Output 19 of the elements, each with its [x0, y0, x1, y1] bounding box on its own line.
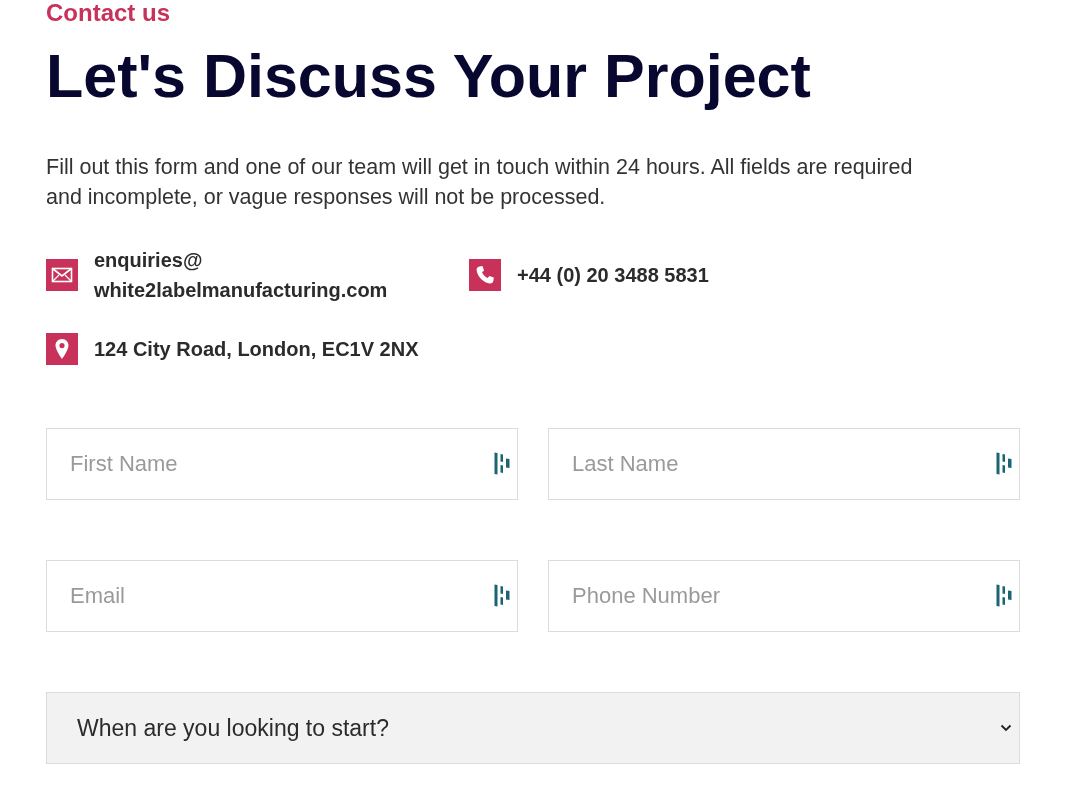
email-link[interactable]: enquiries@ white2labelmanufacturing.com: [94, 245, 388, 305]
section-label: Contact us: [46, 0, 170, 26]
input-field[interactable]: Phone Number: [548, 560, 1020, 632]
vertical-bars-icon: [494, 452, 510, 475]
page-heading: Let's Discuss Your Project: [46, 41, 811, 112]
chevron-down-icon: [1000, 724, 1012, 732]
input-field[interactable]: Last Name: [548, 428, 1020, 500]
envelope-icon: [46, 259, 78, 291]
map-pin-icon: [46, 333, 78, 365]
phone-icon: [469, 259, 501, 291]
address-text: 124 City Road, London, EC1V 2NX: [94, 337, 419, 362]
vertical-bars-icon: [996, 584, 1012, 607]
intro-paragraph: Fill out this form and one of our team will get in touch within 24 hours. All fields are required and incomplete, or vague responses will not be processed.: [46, 154, 914, 211]
vertical-bars-icon: [494, 584, 510, 607]
input-field[interactable]: First Name: [46, 428, 518, 500]
input-field[interactable]: Email: [46, 560, 518, 632]
phone-link[interactable]: +44 (0) 20 3488 5831: [517, 260, 709, 290]
dropdown[interactable]: When are you looking to start?: [46, 692, 1020, 764]
vertical-bars-icon: [996, 452, 1012, 475]
